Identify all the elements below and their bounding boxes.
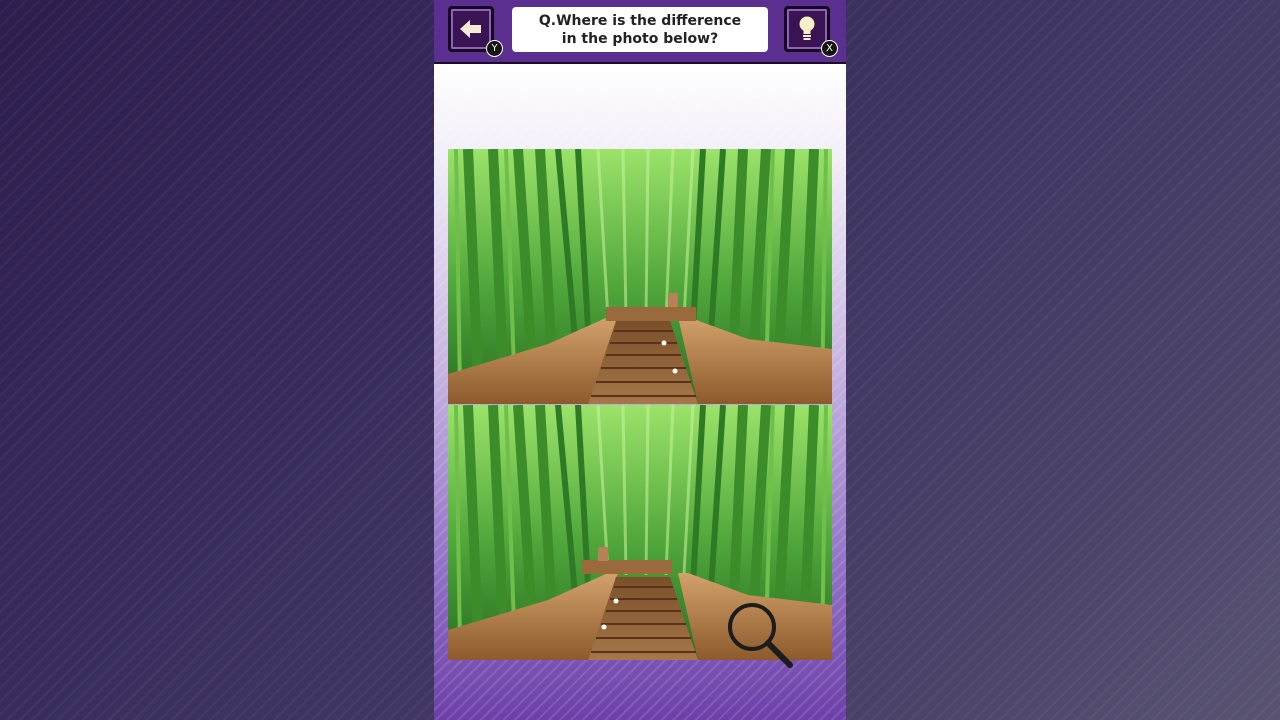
magnifier-icon[interactable]: [724, 599, 794, 669]
question-line-1: Q.Where is the difference: [538, 12, 742, 29]
top-bar: Y Q.Where is the difference in the photo…: [434, 0, 846, 64]
y-key-badge: Y: [486, 40, 503, 57]
puzzle-area: [434, 64, 846, 720]
question-line-2: in the photo below?: [561, 30, 719, 47]
lightbulb-icon: [799, 16, 815, 40]
photo-original: [448, 149, 832, 404]
question-box: Q.Where is the difference in the photo b…: [512, 7, 768, 52]
back-arrow-icon: [460, 20, 481, 38]
game-panel: Y Q.Where is the difference in the photo…: [434, 0, 846, 720]
x-key-badge: X: [821, 40, 838, 57]
